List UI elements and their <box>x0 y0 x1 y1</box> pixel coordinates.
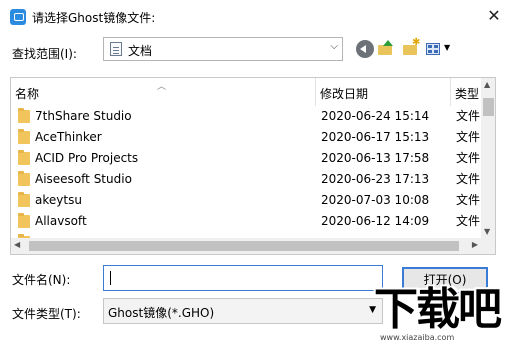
vertical-scrollbar[interactable]: ▲ ▼ <box>481 78 495 238</box>
item-date: 2020-06-12 14:09 <box>321 214 430 228</box>
item-date: 2020-06-24 15:14 <box>321 109 430 123</box>
list-item[interactable]: akeytsu 2020-07-03 10:08 文件 <box>11 190 481 211</box>
vertical-scroll-thumb[interactable] <box>483 98 494 116</box>
folder-icon <box>18 171 30 186</box>
list-item[interactable]: Aiseesoft Studio 2020-06-23 17:13 文件 <box>11 169 481 190</box>
look-in-value: 文档 <box>128 44 153 58</box>
up-folder-icon[interactable] <box>377 40 395 58</box>
file-type-value: Ghost镜像(*.GHO) <box>108 306 215 320</box>
back-icon[interactable] <box>356 40 374 58</box>
column-date[interactable]: 修改日期 <box>316 78 451 106</box>
text-caret <box>110 271 111 285</box>
close-icon[interactable]: ✕ <box>484 6 504 26</box>
look-in-label: 查找范围(I): <box>12 47 77 61</box>
folder-icon <box>18 192 30 207</box>
column-type[interactable]: 类型 <box>451 78 481 106</box>
item-type: 文件 <box>456 193 481 207</box>
item-name: ACID Pro Projects <box>35 151 139 165</box>
chevron-down-icon: ⌵ <box>330 41 338 52</box>
item-name: AceThinker <box>35 130 102 144</box>
scroll-left-icon[interactable]: ◀ <box>14 240 20 249</box>
watermark-url: www.xiazaiba.com <box>380 333 455 342</box>
watermark: 下载吧 www.xiazaiba.com <box>372 286 510 346</box>
scroll-down-icon[interactable]: ▼ <box>484 227 490 236</box>
file-list[interactable]: ︿ 名称 修改日期 类型 7thShare Studio 2020-06-24 … <box>10 77 496 255</box>
horizontal-scroll-thumb[interactable] <box>29 241 459 251</box>
file-name-label: 文件名(N): <box>12 273 71 287</box>
list-item[interactable]: AceThinker 2020-06-17 15:13 文件 <box>11 127 481 148</box>
watermark-logo: 下载吧 <box>374 284 502 335</box>
column-date-label: 修改日期 <box>320 87 369 101</box>
list-item[interactable]: 7thShare Studio 2020-06-24 15:14 文件 <box>11 106 481 127</box>
view-menu-icon[interactable]: ▼ <box>425 40 453 58</box>
file-name-input[interactable] <box>103 265 383 291</box>
title-bar: 请选择Ghost镜像文件: ✕ <box>0 0 510 34</box>
list-item[interactable]: Allavsoft 2020-06-12 14:09 文件 <box>11 211 481 232</box>
app-icon <box>10 9 26 25</box>
item-date: 2020-06-23 17:13 <box>321 172 430 186</box>
item-type: 文件 <box>456 109 481 123</box>
new-folder-icon[interactable]: ✱ <box>402 37 420 58</box>
folder-icon <box>18 108 30 123</box>
item-type: 文件 <box>456 214 481 228</box>
horizontal-scrollbar[interactable]: ◀ ▶ <box>11 238 481 254</box>
column-name[interactable]: 名称 <box>11 78 316 106</box>
item-date: 2020-07-03 10:08 <box>321 193 430 207</box>
scroll-up-icon[interactable]: ▲ <box>484 80 490 89</box>
file-type-label: 文件类型(T): <box>12 307 81 321</box>
look-in-dropdown[interactable]: 文档 ⌵ <box>103 37 343 61</box>
folder-icon <box>18 213 30 228</box>
list-item[interactable]: ACID Pro Projects 2020-06-13 17:58 文件 <box>11 148 481 169</box>
item-name: Allavsoft <box>35 214 87 228</box>
item-date: 2020-06-17 15:13 <box>321 130 430 144</box>
scroll-corner <box>481 238 495 254</box>
scroll-right-icon[interactable]: ▶ <box>472 240 478 249</box>
item-name: 7thShare Studio <box>35 109 132 123</box>
item-date: 2020-06-13 17:58 <box>321 151 430 165</box>
item-name: Aiseesoft Studio <box>35 172 132 186</box>
document-icon <box>110 42 122 56</box>
item-type: 文件 <box>456 151 481 165</box>
column-type-label: 类型 <box>455 87 480 101</box>
item-type: 文件 <box>456 172 481 186</box>
column-header: ︿ 名称 修改日期 类型 <box>11 78 481 106</box>
rows: 7thShare Studio 2020-06-24 15:14 文件 AceT… <box>11 106 481 242</box>
file-type-dropdown[interactable]: Ghost镜像(*.GHO) ▼ <box>103 298 383 324</box>
column-name-label: 名称 <box>15 87 40 101</box>
window-title: 请选择Ghost镜像文件: <box>32 11 156 25</box>
folder-icon <box>18 150 30 165</box>
folder-icon <box>18 129 30 144</box>
item-name: akeytsu <box>35 193 82 207</box>
item-type: 文件 <box>456 130 481 144</box>
